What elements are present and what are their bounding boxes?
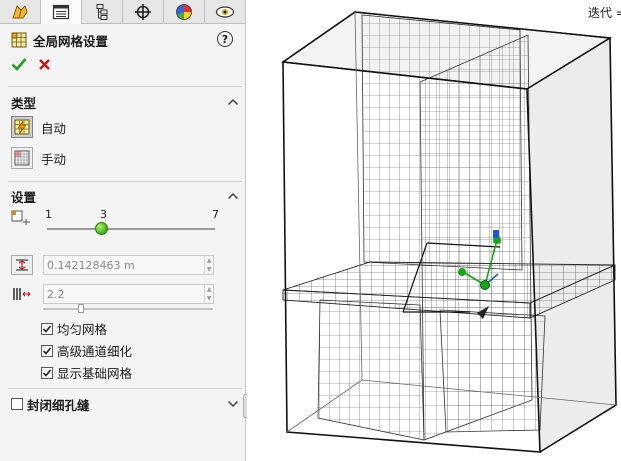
divider [8, 181, 242, 182]
ratio-value: 2.2 [47, 287, 65, 301]
ratio-slider-thumb[interactable] [78, 304, 84, 313]
appearance-tab[interactable] [164, 0, 205, 24]
mesh-level-icon [11, 210, 30, 225]
display-tab[interactable] [205, 0, 246, 24]
auto-mesh-icon [14, 119, 30, 135]
checkmark-icon [42, 368, 52, 377]
slider-value-label: 3 [100, 208, 107, 221]
slider-min-label: 1 [45, 208, 52, 221]
settings-section-title: 设置 [11, 189, 37, 205]
closed-gaps-title: 封闭细孔缝 [27, 397, 90, 413]
auto-option[interactable]: 自动 [11, 116, 66, 138]
checkbox-label: 显示基础网格 [57, 366, 133, 381]
manual-label: 手动 [41, 151, 67, 167]
chevron-up-icon[interactable] [227, 192, 239, 200]
ratio-slider-track[interactable] [43, 308, 213, 310]
min-gap-row: 0.142128463 m ▲ ▼ [11, 255, 214, 275]
ratio-row: 2.2 ▲ ▼ [11, 284, 214, 304]
checkbox-label: 高级通道细化 [57, 344, 133, 359]
feature-tree-tab[interactable] [0, 0, 41, 24]
uniform-mesh-checkbox[interactable]: 均匀网格 [41, 319, 107, 338]
show-basic-mesh-checkbox[interactable]: 显示基础网格 [41, 363, 132, 382]
ok-button[interactable] [11, 57, 27, 74]
origin-tab[interactable] [123, 0, 164, 24]
manager-tab-bar [0, 0, 246, 24]
configuration-manager-icon [96, 4, 108, 20]
display-manager-icon [215, 6, 235, 18]
ratio-input[interactable]: 2.2 ▲ ▼ [43, 284, 214, 304]
checkmark-icon [42, 346, 52, 355]
divider [8, 388, 242, 389]
checkbox-box[interactable] [41, 322, 53, 335]
feature-tree-icon [12, 5, 28, 19]
min-gap-value: 0.142128463 m [47, 258, 135, 272]
auto-label: 自动 [41, 120, 67, 136]
slider-track[interactable] [47, 228, 215, 230]
ratio-spinner[interactable]: ▲ ▼ [204, 285, 213, 303]
property-manager-icon [52, 4, 70, 20]
appearance-pie-icon [176, 4, 192, 20]
crosshair-icon [135, 4, 151, 20]
min-gap-icon [16, 259, 28, 271]
checkmark-icon [42, 324, 52, 333]
checkbox-label: 均匀网格 [57, 322, 108, 337]
min-gap-spinner[interactable]: ▲ ▼ [204, 256, 213, 274]
mesh-level-slider[interactable]: 1 3 7 [11, 208, 231, 240]
checkbox-box[interactable] [41, 344, 53, 357]
graphics-area[interactable] [247, 0, 621, 461]
divider [8, 86, 242, 87]
help-icon: ? [221, 32, 229, 46]
checkmark-icon [11, 58, 27, 71]
ratio-icon [13, 288, 31, 300]
slider-thumb[interactable] [95, 222, 108, 235]
checkbox-box[interactable] [41, 366, 53, 379]
panel-header: 全局网格设置 [11, 31, 108, 49]
closed-gaps-section-header[interactable]: 封闭细孔缝 [11, 395, 239, 413]
ratio-button[interactable] [11, 284, 33, 304]
advanced-channel-refinement-checkbox[interactable]: 高级通道细化 [41, 341, 132, 360]
manual-mesh-button[interactable] [11, 147, 33, 169]
property-manager-tab[interactable] [41, 0, 82, 24]
min-gap-input[interactable]: 0.142128463 m ▲ ▼ [43, 255, 214, 275]
panel-title: 全局网格设置 [33, 33, 109, 49]
type-section-title: 类型 [11, 95, 37, 111]
global-mesh-icon [11, 32, 27, 48]
closed-gaps-checkbox[interactable] [11, 398, 23, 410]
cancel-button[interactable] [38, 58, 51, 74]
property-manager-panel: 全局网格设置 ? 类型 自动 手动 设置 1 3 7 0.142128463 m… [0, 0, 246, 461]
iteration-readout: 迭代 = [588, 6, 621, 20]
mesh-model-view [281, 11, 617, 453]
auto-mesh-button[interactable] [11, 116, 33, 138]
settings-section-header[interactable]: 设置 [11, 187, 239, 205]
type-section-header[interactable]: 类型 [11, 93, 239, 111]
help-button[interactable]: ? [217, 31, 233, 47]
chevron-down-icon[interactable] [227, 400, 239, 408]
configuration-manager-tab[interactable] [82, 0, 123, 24]
manual-option[interactable]: 手动 [11, 147, 66, 169]
min-gap-button[interactable] [11, 255, 33, 275]
manual-mesh-icon [14, 150, 30, 166]
close-icon [39, 59, 50, 70]
chevron-up-icon[interactable] [227, 98, 239, 106]
slider-max-label: 7 [212, 208, 219, 221]
